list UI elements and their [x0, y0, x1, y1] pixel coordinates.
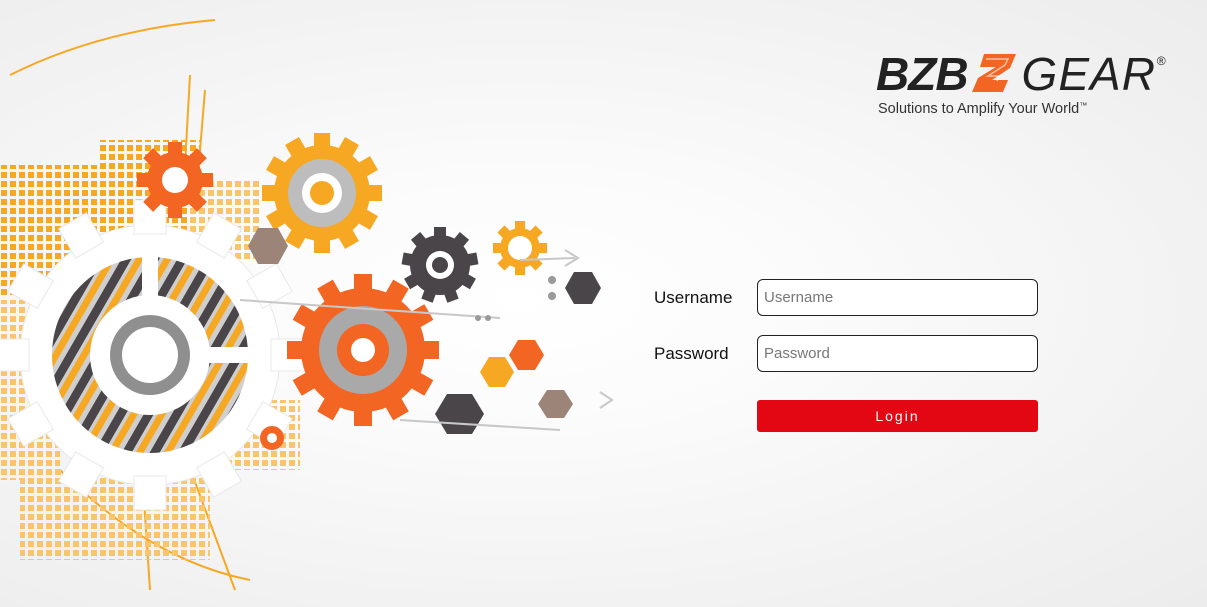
login-button[interactable]: Login	[757, 400, 1038, 432]
brand-wordmark: BZB GEAR ®	[876, 48, 1166, 100]
password-input[interactable]	[757, 335, 1038, 372]
trademark-mark: ™	[1079, 101, 1088, 110]
brand-tagline: Solutions to Amplify Your World™	[878, 101, 1087, 117]
password-label: Password	[654, 344, 729, 363]
username-label: Username	[654, 288, 733, 307]
username-input[interactable]	[757, 279, 1038, 316]
login-page: BZB GEAR ® Solutions to Amplify Your Wor…	[0, 0, 1207, 607]
bzb-2-logo-mark-icon	[971, 54, 1016, 92]
brand-name-part1: BZB	[876, 48, 969, 100]
brand-logo: BZB GEAR ® Solutions to Amplify Your Wor…	[872, 48, 1166, 128]
brand-tagline-text: Solutions to Amplify Your World	[878, 101, 1080, 117]
brand-name-part2: GEAR	[1021, 48, 1156, 100]
gears-illustration	[0, 19, 614, 591]
registered-mark: ®	[1156, 54, 1166, 68]
